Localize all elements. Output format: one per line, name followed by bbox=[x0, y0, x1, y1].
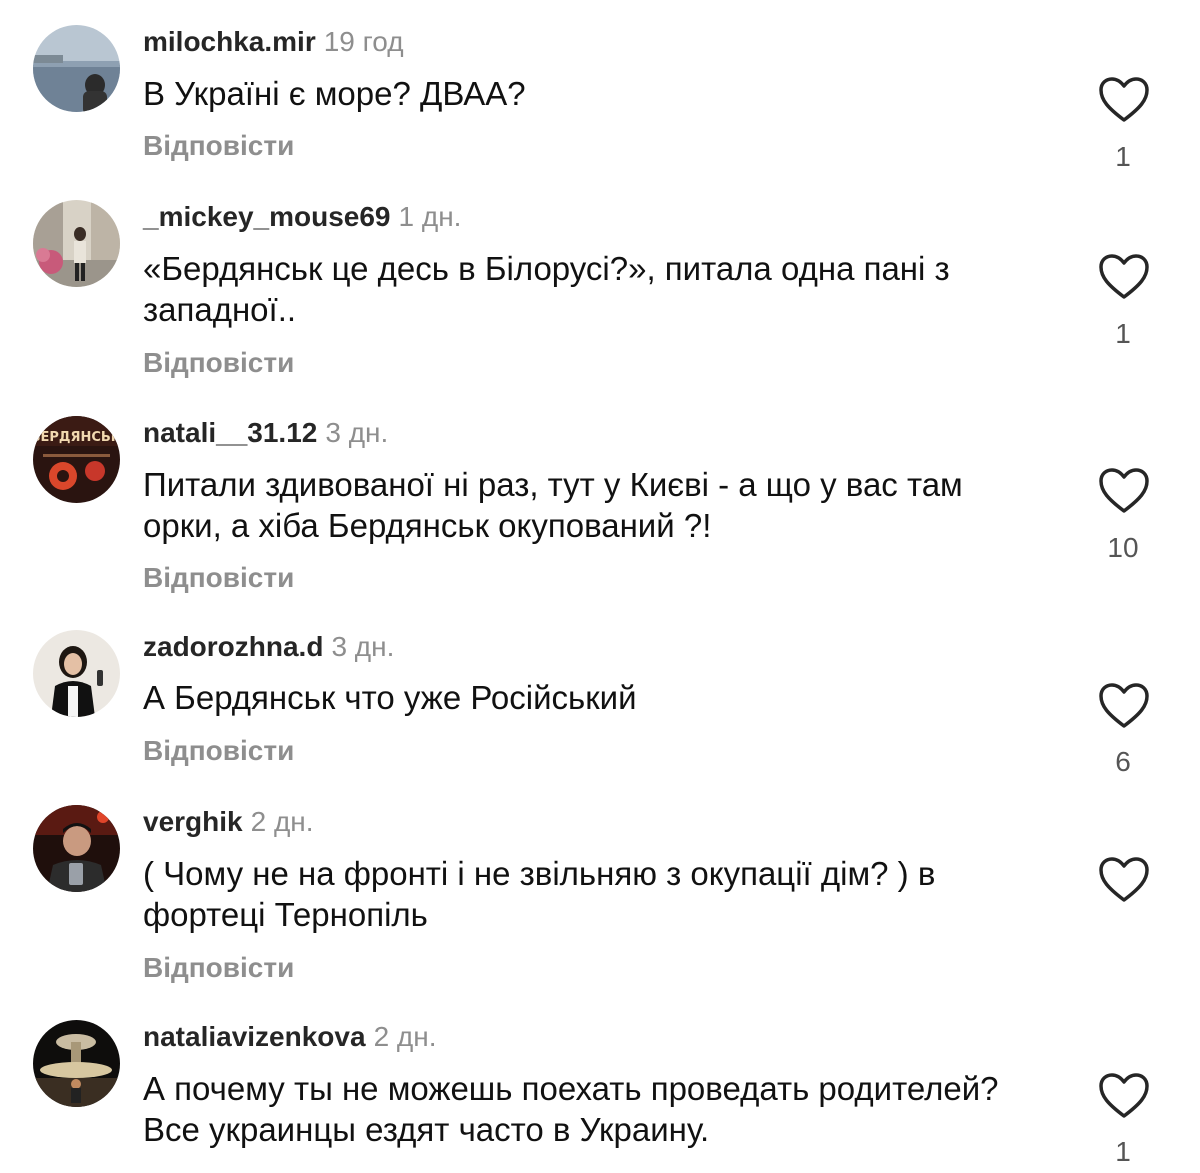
avatar-street-photo-icon bbox=[33, 200, 120, 287]
username[interactable]: milochka.mir bbox=[143, 26, 316, 57]
like-count: 6 bbox=[1115, 746, 1131, 777]
heart-outline-icon[interactable] bbox=[1098, 856, 1150, 904]
timestamp: 2 дн. bbox=[250, 806, 314, 837]
comment-meta: milochka.mir 19 год bbox=[143, 25, 404, 59]
svg-text:БЕРДЯНСЬК: БЕРДЯНСЬК bbox=[33, 430, 120, 445]
avatar[interactable]: БЕРДЯНСЬК bbox=[33, 416, 120, 503]
heart-outline-icon[interactable] bbox=[1098, 1072, 1150, 1120]
avatar-selfie-photo-icon bbox=[33, 805, 120, 892]
username[interactable]: natali__31.12 bbox=[143, 417, 317, 448]
timestamp: 19 год bbox=[323, 26, 404, 57]
comment-item: milochka.mir 19 год В Україні є море? ДВА… bbox=[0, 0, 1200, 185]
comment-text: А почему ты не можешь поехать проведать … bbox=[143, 1070, 999, 1148]
comment-item: БЕРДЯНСЬК natali__31.12 3 дн. Питали здив… bbox=[0, 400, 1200, 615]
reply-button[interactable]: Відповісти bbox=[143, 129, 294, 163]
avatar-berdiansk-poster-icon: БЕРДЯНСЬК bbox=[33, 416, 120, 503]
comment-text: «Бердянськ це десь в Білорусі?», питала … bbox=[143, 250, 950, 328]
comment-meta: zadorozhna.d 3 дн. bbox=[143, 630, 394, 664]
heart-outline-icon[interactable] bbox=[1098, 76, 1150, 124]
comment-meta: _mickey_mouse69 1 дн. bbox=[143, 200, 461, 234]
username[interactable]: verghik bbox=[143, 806, 243, 837]
username[interactable]: _mickey_mouse69 bbox=[143, 201, 391, 232]
like-count: 1 bbox=[1115, 318, 1131, 349]
timestamp: 3 дн. bbox=[331, 631, 395, 662]
like-count: 1 bbox=[1115, 141, 1131, 172]
heart-outline-icon[interactable] bbox=[1098, 682, 1150, 730]
avatar[interactable] bbox=[33, 200, 120, 287]
timestamp: 2 дн. bbox=[373, 1021, 437, 1052]
comment-text: ( Чому не на фронті і не звільняю з окуп… bbox=[143, 855, 936, 933]
comment-item: zadorozhna.d 3 дн. А Бердянськ что уже Ро… bbox=[0, 615, 1200, 800]
like-count: 1 bbox=[1115, 1136, 1131, 1167]
avatar-fountain-photo-icon bbox=[33, 1020, 120, 1107]
timestamp: 1 дн. bbox=[398, 201, 462, 232]
comment-item: nataliavizenkova 2 дн. А почему ты не мож… bbox=[0, 1015, 1200, 1173]
username[interactable]: zadorozhna.d bbox=[143, 631, 323, 662]
timestamp: 3 дн. bbox=[325, 417, 389, 448]
comment-item: _mickey_mouse69 1 дн. «Бердянськ це десь … bbox=[0, 185, 1200, 400]
comment-text: А Бердянськ что уже Російський bbox=[143, 679, 637, 716]
avatar-sea-photo-icon bbox=[33, 25, 120, 112]
comment-meta: verghik 2 дн. bbox=[143, 805, 314, 839]
avatar[interactable] bbox=[33, 25, 120, 112]
heart-outline-icon[interactable] bbox=[1098, 253, 1150, 301]
reply-button[interactable]: Відповісти bbox=[143, 951, 294, 985]
avatar[interactable] bbox=[33, 805, 120, 892]
reply-button[interactable]: Відповісти bbox=[143, 561, 294, 595]
like-count: 10 bbox=[1107, 532, 1139, 563]
avatar-portrait-photo-icon bbox=[33, 630, 120, 717]
comment-text: В Україні є море? ДВАА? bbox=[143, 75, 526, 112]
comment-meta: nataliavizenkova 2 дн. bbox=[143, 1020, 437, 1054]
username[interactable]: nataliavizenkova bbox=[143, 1021, 366, 1052]
comment-item: verghik 2 дн. ( Чому не на фронті і не зв… bbox=[0, 800, 1200, 1015]
comment-text: Питали здивованої ні раз, тут у Києві - … bbox=[143, 466, 963, 544]
reply-button[interactable]: Відповісти bbox=[143, 734, 294, 768]
avatar[interactable] bbox=[33, 630, 120, 717]
avatar[interactable] bbox=[33, 1020, 120, 1107]
reply-button[interactable]: Відповісти bbox=[143, 346, 294, 380]
heart-outline-icon[interactable] bbox=[1098, 467, 1150, 515]
comment-meta: natali__31.12 3 дн. bbox=[143, 416, 388, 450]
